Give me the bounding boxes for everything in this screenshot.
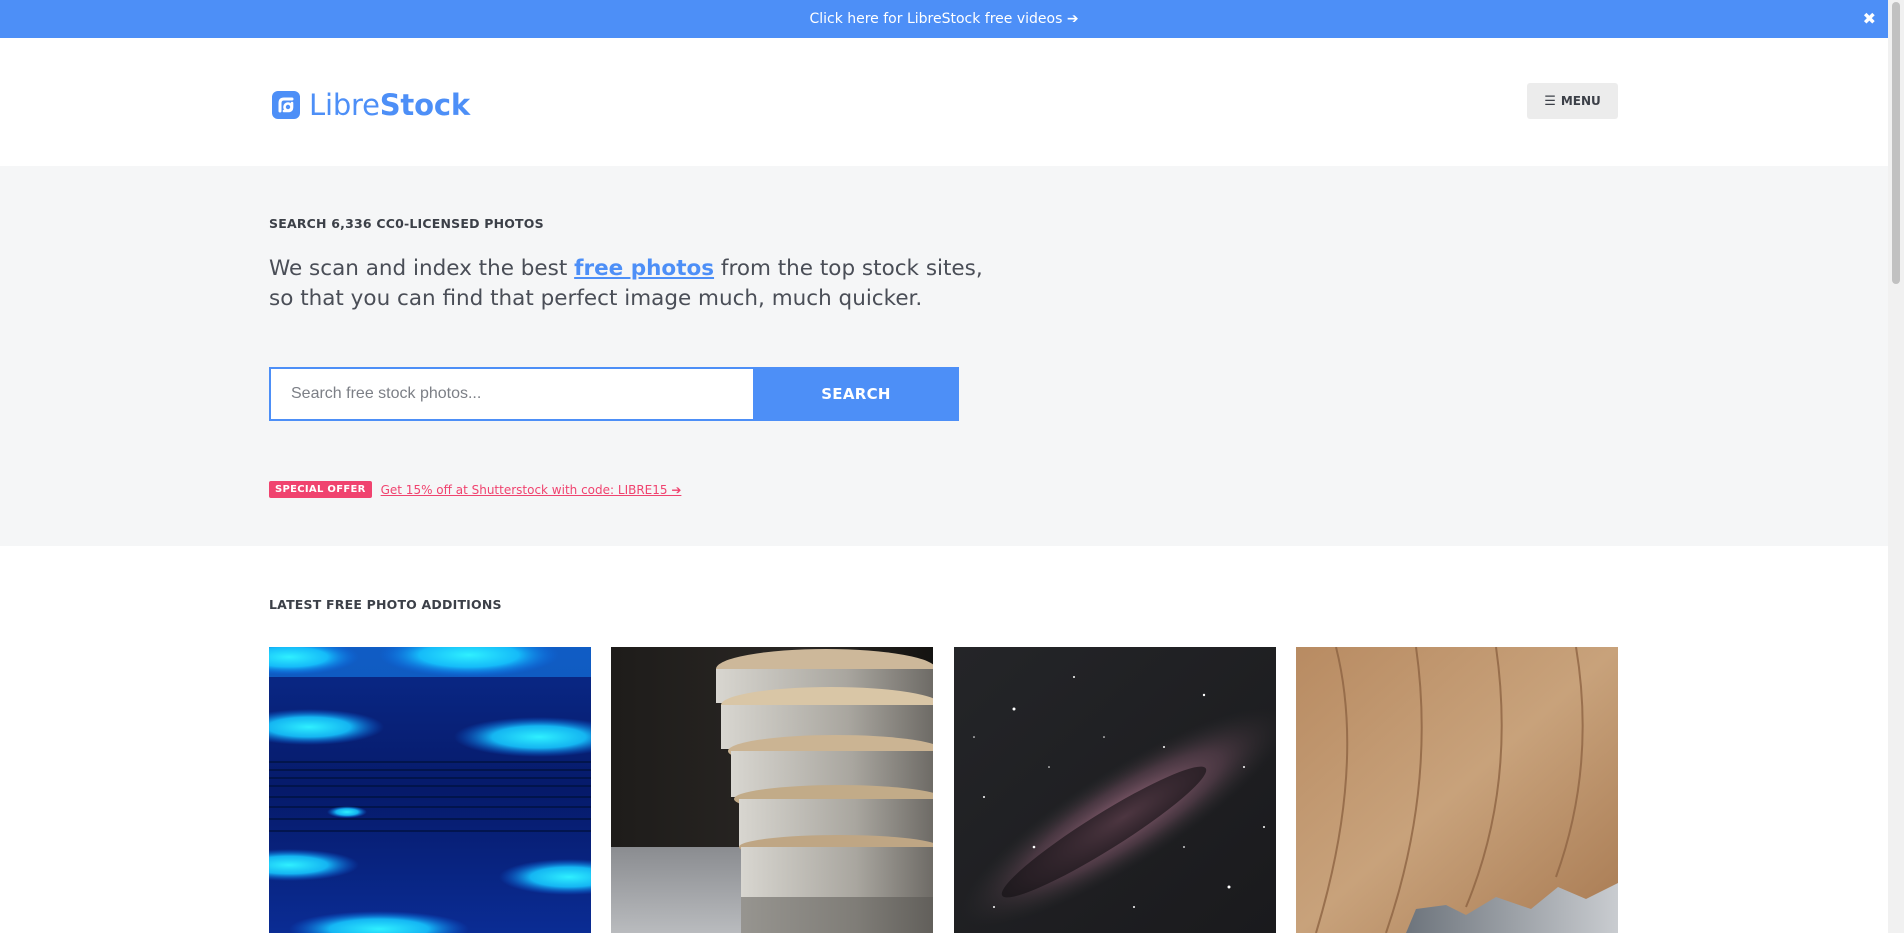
scrollbar-thumb[interactable] xyxy=(1892,2,1900,284)
arrow-right-icon: ➔ xyxy=(1066,11,1079,27)
photo-tile-blue-bokeh[interactable] xyxy=(269,647,591,933)
hero-description: We scan and index the best free photos f… xyxy=(269,254,989,314)
menu-button[interactable]: ☰ MENU xyxy=(1527,83,1618,119)
top-banner: Click here for LibreStock free videos ➔ … xyxy=(0,0,1888,38)
stacked-birch-wood-slices-photo xyxy=(611,647,933,933)
search-input[interactable] xyxy=(269,367,753,421)
free-photos-link[interactable]: free photos xyxy=(574,256,714,281)
hero-text-before: We scan and index the best xyxy=(269,256,575,281)
special-offer-badge: SPECIAL OFFER xyxy=(269,481,372,498)
free-videos-link-text: Click here for LibreStock free videos xyxy=(809,11,1063,27)
dry-leaf-texture-photo xyxy=(1296,647,1618,933)
photo-tile-dry-leaf[interactable] xyxy=(1296,647,1618,933)
hamburger-icon: ☰ xyxy=(1544,93,1556,109)
logo-text-light: Libre xyxy=(309,88,380,122)
page-scrollbar[interactable] xyxy=(1888,0,1904,933)
logo-link[interactable]: LibreStock xyxy=(272,88,470,122)
special-offer: SPECIAL OFFER Get 15% off at Shutterstoc… xyxy=(269,481,681,498)
logo-icon xyxy=(272,91,300,119)
search-button[interactable]: SEARCH xyxy=(753,367,959,421)
photo-tile-milky-way[interactable] xyxy=(954,647,1276,933)
site-header: LibreStock ☰ MENU xyxy=(0,38,1888,166)
logo-text: LibreStock xyxy=(309,88,470,122)
logo-text-bold: Stock xyxy=(379,88,470,122)
latest-additions-heading: LATEST FREE PHOTO ADDITIONS xyxy=(269,597,502,612)
search-form: SEARCH xyxy=(269,367,959,421)
photo-count-heading: SEARCH 6,336 CC0-LICENSED PHOTOS xyxy=(269,216,544,231)
hero-section: SEARCH 6,336 CC0-LICENSED PHOTOS We scan… xyxy=(0,166,1888,546)
photo-tile-wood-slices[interactable] xyxy=(611,647,933,933)
free-videos-link[interactable]: Click here for LibreStock free videos ➔ xyxy=(809,11,1078,27)
menu-label: MENU xyxy=(1560,94,1601,108)
close-icon[interactable]: ✖ xyxy=(1863,9,1876,28)
blue-light-bokeh-photo xyxy=(269,647,591,933)
milky-way-night-sky-photo xyxy=(954,647,1276,933)
shutterstock-offer-link[interactable]: Get 15% off at Shutterstock with code: L… xyxy=(381,483,682,497)
